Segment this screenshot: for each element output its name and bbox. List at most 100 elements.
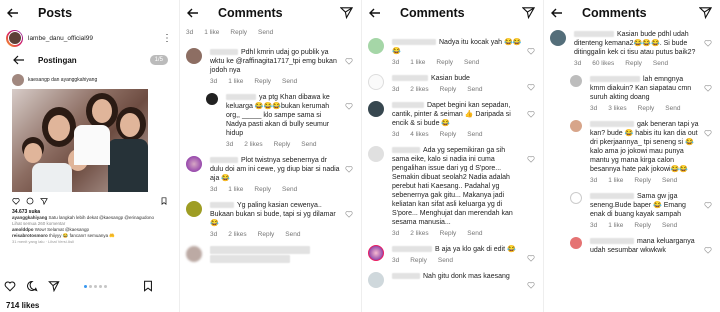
back-arrow-icon[interactable]	[368, 6, 382, 20]
avatar[interactable]	[186, 48, 202, 64]
page-title: Comments	[400, 6, 465, 20]
send-button[interactable]: Send	[665, 105, 680, 112]
avatar[interactable]	[368, 101, 384, 117]
reply-button[interactable]: Reply	[634, 177, 651, 184]
heart-icon[interactable]	[4, 280, 16, 292]
like-heart-icon[interactable]	[704, 241, 712, 254]
send-button[interactable]: Send	[282, 78, 297, 85]
like-heart-icon[interactable]	[345, 97, 353, 110]
post-photo[interactable]	[12, 89, 148, 192]
like-heart-icon[interactable]	[704, 34, 712, 47]
avatar[interactable]	[570, 192, 582, 204]
like-heart-icon[interactable]	[527, 78, 535, 91]
reply-button[interactable]: Reply	[638, 105, 655, 112]
reply-button[interactable]: Reply	[254, 186, 271, 193]
comment-meta: 3d 1 like Reply Send	[590, 221, 678, 229]
send-button[interactable]: Send	[467, 86, 482, 93]
send-button[interactable]: Send	[662, 177, 677, 184]
account-name[interactable]: lambe_danu_official99	[28, 35, 93, 42]
post-actions	[12, 195, 168, 207]
carousel-dots	[84, 284, 107, 288]
reply-button[interactable]: Reply	[440, 131, 457, 138]
like-heart-icon[interactable]	[527, 276, 535, 289]
inner-header: Postingan 1/5	[12, 49, 168, 71]
header: Posts	[0, 0, 179, 26]
send-button[interactable]: Send	[438, 257, 453, 264]
send-button[interactable]: Send	[467, 131, 482, 138]
comment-text: Pdhl kmrin udaj go publik ya wktu ke @ra…	[210, 49, 337, 74]
avatar[interactable]	[368, 38, 384, 54]
avatar[interactable]	[570, 120, 582, 132]
account-row[interactable]: lambe_danu_official99 ⋮	[0, 26, 179, 50]
comment-text: Dapet begini kan sepadan, cantik, pinter…	[392, 102, 511, 127]
like-heart-icon[interactable]	[345, 205, 353, 218]
poster-avatar[interactable]	[12, 74, 24, 86]
send-button[interactable]: Send	[662, 222, 677, 229]
page-title: Comments	[582, 6, 647, 20]
send-icon[interactable]	[339, 6, 354, 20]
send-icon[interactable]	[698, 6, 713, 20]
back-arrow-icon[interactable]	[6, 6, 20, 20]
avatar[interactable]	[368, 146, 384, 162]
avatar[interactable]	[368, 245, 384, 261]
like-heart-icon[interactable]	[704, 124, 712, 137]
comment-icon[interactable]	[26, 280, 38, 292]
avatar[interactable]	[570, 237, 582, 249]
bookmark-icon[interactable]	[160, 197, 168, 205]
send-button[interactable]: Send	[285, 231, 300, 238]
comments-panel: Comments Nadya itu kocak yah 😂😂😂 3d 1 lik…	[362, 0, 544, 312]
reply-button[interactable]: Reply	[440, 230, 457, 237]
back-arrow-icon[interactable]	[12, 53, 26, 67]
bookmark-icon[interactable]	[142, 280, 154, 292]
likes-total[interactable]: 714 likes	[6, 301, 39, 310]
avatar[interactable]	[368, 74, 384, 90]
like-heart-icon[interactable]	[704, 196, 712, 209]
heart-icon[interactable]	[12, 197, 20, 205]
like-heart-icon[interactable]	[527, 42, 535, 55]
send-button[interactable]: Send	[301, 141, 316, 148]
reply-button[interactable]: Reply	[440, 86, 457, 93]
comment-meta: 3d 1 like Reply Send	[210, 185, 298, 193]
like-heart-icon[interactable]	[345, 52, 353, 65]
comment-item: Sama gw jga seneng.Bude baper 😂 Emang en…	[570, 192, 714, 231]
avatar[interactable]	[368, 272, 384, 288]
avatar[interactable]	[186, 156, 202, 172]
reply-button[interactable]: Reply	[258, 231, 275, 238]
like-heart-icon[interactable]	[527, 249, 535, 262]
send-button[interactable]: Send	[282, 186, 297, 193]
avatar[interactable]	[206, 93, 218, 105]
reply-button[interactable]: Reply	[410, 257, 427, 264]
more-icon[interactable]: ⋮	[162, 33, 172, 44]
comment-meta: 3d 2 likes Reply Send	[210, 230, 301, 238]
send-icon[interactable]	[521, 6, 536, 20]
like-heart-icon[interactable]	[345, 160, 353, 173]
avatar[interactable]	[186, 201, 202, 217]
comment-icon[interactable]	[26, 197, 34, 205]
reply-button[interactable]: Reply	[634, 222, 651, 229]
reply-button[interactable]: Reply	[625, 60, 642, 67]
send-button[interactable]: Send	[258, 29, 273, 36]
send-button[interactable]: Send	[467, 230, 482, 237]
reply-button[interactable]: Reply	[254, 78, 271, 85]
reply-button[interactable]: Reply	[230, 29, 247, 36]
like-heart-icon[interactable]	[527, 105, 535, 118]
reply-button[interactable]: Reply	[436, 59, 453, 66]
back-arrow-icon[interactable]	[550, 6, 564, 20]
header: Comments	[544, 0, 720, 26]
back-arrow-icon[interactable]	[186, 6, 200, 20]
avatar[interactable]	[570, 75, 582, 87]
avatar[interactable]	[550, 30, 566, 46]
avatar[interactable]	[186, 246, 202, 262]
share-icon[interactable]	[40, 197, 48, 205]
poster-names[interactable]: kaesangp dan ayanggkahiyang	[28, 77, 97, 83]
reply-button[interactable]: Reply	[274, 141, 291, 148]
comment-meta: 3d Reply Send	[392, 256, 454, 264]
send-button[interactable]: Send	[464, 59, 479, 66]
poster-row[interactable]: kaesangp dan ayanggkahiyang	[12, 71, 168, 89]
share-icon[interactable]	[48, 280, 60, 292]
like-heart-icon[interactable]	[527, 150, 535, 163]
comment-text: Yg paling kasian cewenya.. Bukaan bukan …	[210, 202, 336, 227]
like-heart-icon[interactable]	[704, 79, 712, 92]
avatar[interactable]	[6, 29, 23, 47]
send-button[interactable]: Send	[653, 60, 668, 67]
